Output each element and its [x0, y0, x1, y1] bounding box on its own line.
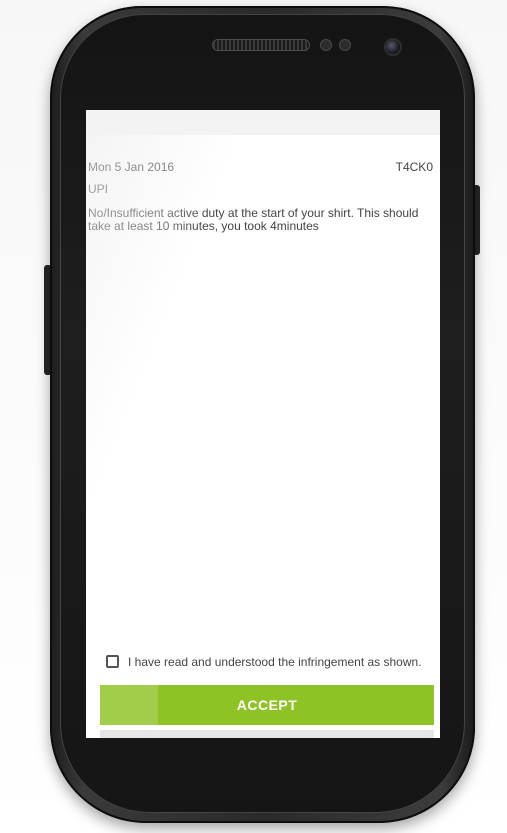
front-camera-icon	[386, 40, 400, 54]
proximity-sensor	[321, 40, 331, 50]
status-bar	[86, 110, 440, 135]
button-shadow	[100, 730, 434, 738]
acknowledgement-label: I have read and understood the infringem…	[128, 655, 422, 669]
light-sensor	[340, 40, 350, 50]
earpiece-speaker	[213, 40, 309, 50]
infringement-header: Mon 5 Jan 2016 T4CK0	[86, 158, 440, 176]
infringement-date: Mon 5 Jan 2016	[88, 160, 175, 174]
infringement-code: T4CK0	[395, 160, 433, 174]
device-frame-background: Mon 5 Jan 2016 T4CK0 UPI No/Insufficient…	[0, 0, 507, 833]
infringement-description: No/Insufficient active duty at the start…	[88, 206, 419, 233]
accept-button[interactable]: ACCEPT	[100, 685, 434, 725]
acknowledgement-checkbox[interactable]	[106, 655, 119, 668]
acknowledgement-row[interactable]: I have read and understood the infringem…	[106, 654, 440, 672]
infringement-category: UPI	[88, 182, 109, 196]
phone-screen: Mon 5 Jan 2016 T4CK0 UPI No/Insufficient…	[86, 110, 440, 738]
